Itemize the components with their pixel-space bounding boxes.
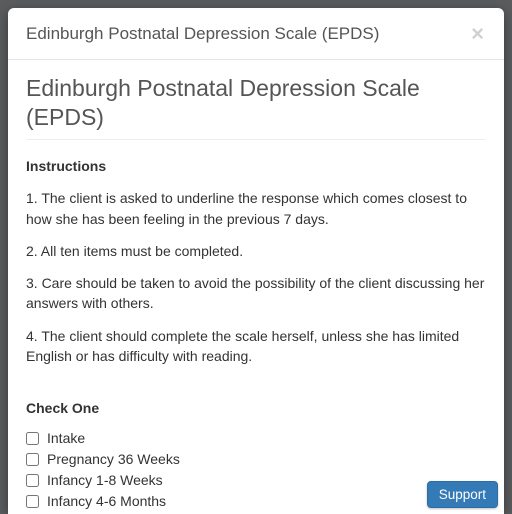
- checkbox-infancy-1-8-weeks[interactable]: [26, 474, 39, 487]
- instruction-item: 1. The client is asked to underline the …: [26, 188, 486, 229]
- close-icon: ×: [471, 21, 484, 46]
- instruction-item: 4. The client should complete the scale …: [26, 326, 486, 367]
- instruction-item: 2. All ten items must be completed.: [26, 241, 486, 261]
- modal-title: Edinburgh Postnatal Depression Scale (EP…: [26, 22, 379, 46]
- check-one-heading: Check One: [26, 400, 486, 416]
- check-option-label: Intake: [47, 430, 85, 446]
- modal-header: Edinburgh Postnatal Depression Scale (EP…: [8, 8, 504, 60]
- close-button[interactable]: ×: [469, 23, 486, 45]
- modal-body: Edinburgh Postnatal Depression Scale (EP…: [8, 60, 504, 514]
- instruction-item: 3. Care should be taken to avoid the pos…: [26, 273, 486, 314]
- checkbox-infancy-4-6-months[interactable]: [26, 495, 39, 508]
- check-option-intake[interactable]: Intake: [26, 430, 486, 446]
- instructions-heading: Instructions: [26, 158, 486, 174]
- check-option-infancy-4-6-months[interactable]: Infancy 4-6 Months: [26, 493, 486, 509]
- modal-dialog: Edinburgh Postnatal Depression Scale (EP…: [8, 8, 504, 514]
- page-title: Edinburgh Postnatal Depression Scale (EP…: [26, 74, 486, 141]
- check-option-label: Infancy 4-6 Months: [47, 493, 166, 509]
- checkbox-pregnancy-36-weeks[interactable]: [26, 453, 39, 466]
- check-option-label: Pregnancy 36 Weeks: [47, 451, 180, 467]
- check-option-pregnancy-36-weeks[interactable]: Pregnancy 36 Weeks: [26, 451, 486, 467]
- support-button[interactable]: Support: [427, 481, 498, 508]
- checkbox-intake[interactable]: [26, 432, 39, 445]
- check-option-label: Infancy 1-8 Weeks: [47, 472, 163, 488]
- check-one-section: Check One Intake Pregnancy 36 Weeks Infa…: [26, 400, 486, 509]
- check-option-infancy-1-8-weeks[interactable]: Infancy 1-8 Weeks: [26, 472, 486, 488]
